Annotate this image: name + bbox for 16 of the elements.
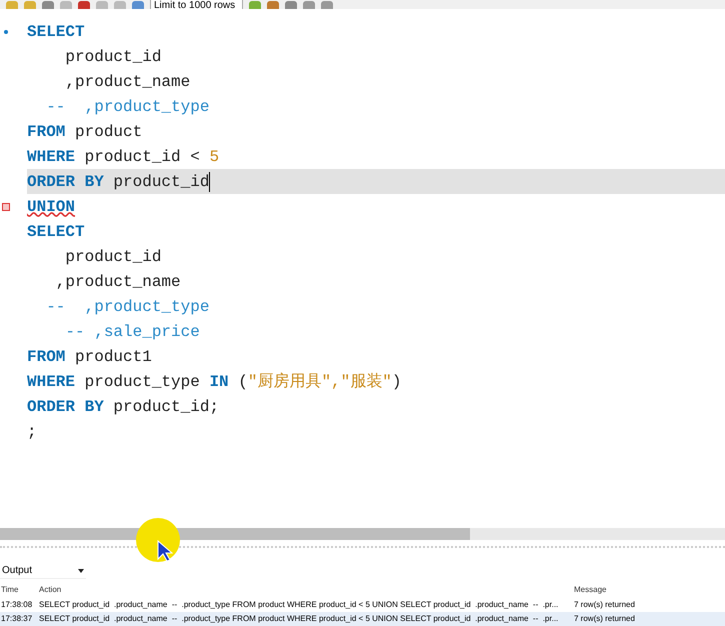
caret-icon <box>78 568 84 573</box>
time-cell-text: 17:38:37 <box>0 614 34 624</box>
column-header: Action <box>38 585 62 594</box>
limit-select[interactable]: Limit to 1000 rows <box>150 0 243 9</box>
mouse-pointer-icon <box>157 540 173 562</box>
action-cell-text: SELECT product_id .product_name -- .product_type FROM product WHERE product_id < 5 UNION SELECT product_id .product_name -- .pr... <box>38 600 560 609</box>
message-cell-text: 7 row(s) returned <box>573 614 636 624</box>
time-cell-text: 17:38:08 <box>0 600 34 609</box>
scrollbar-thumb[interactable] <box>0 528 470 540</box>
output-row[interactable]: 17:38:37 SELECT product_id .product_name -- .product_type FROM product WHERE product_id < 5 UNION SELECT product_id .product_name -- .pr... 7 row(s) returned <box>0 612 725 626</box>
output-select[interactable]: Output <box>0 564 86 579</box>
horizontal-scrollbar[interactable] <box>0 528 725 540</box>
column-header: Time <box>0 585 20 594</box>
message-cell-text: 7 row(s) returned <box>573 600 636 609</box>
column-header: Message <box>573 585 608 594</box>
action-cell-text: SELECT product_id .product_name -- .product_type FROM product WHERE product_id < 5 UNION SELECT product_id .product_name -- .pr... <box>38 614 560 624</box>
